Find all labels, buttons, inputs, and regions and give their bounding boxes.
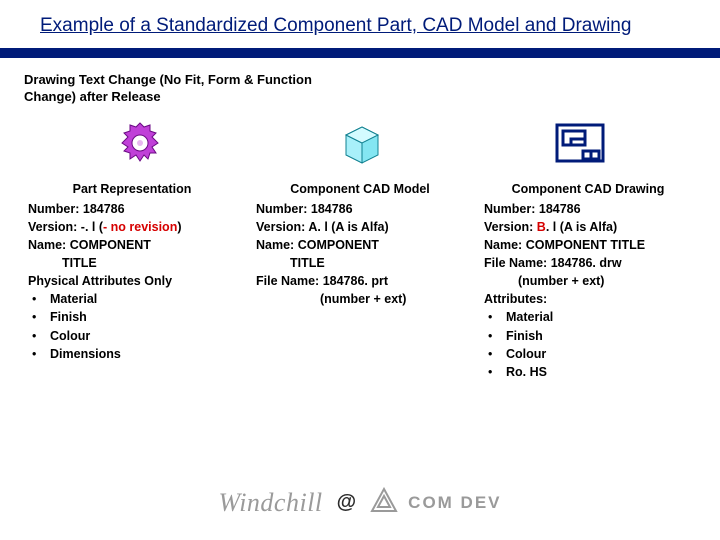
icons-row	[0, 112, 720, 176]
drawing-file: File Name: 184786. drw	[484, 254, 692, 272]
windchill-logo: Windchill	[218, 488, 322, 518]
list-item: •Colour	[32, 327, 236, 345]
col-drawing: Component CAD Drawing Number: 184786 Ver…	[484, 180, 692, 381]
footer: Windchill @ COM DEV	[0, 487, 720, 518]
list-item: •Material	[32, 290, 236, 308]
list-item: •Ro. HS	[488, 363, 692, 381]
comdev-logo-text: COM DEV	[408, 493, 501, 513]
title-divider	[0, 48, 720, 58]
model-version: Version: A. l (A is Alfa)	[256, 218, 464, 236]
model-name: Name: COMPONENT	[256, 236, 464, 254]
cube-icon	[330, 118, 390, 168]
model-file: File Name: 184786. prt	[256, 272, 464, 290]
drawing-number: Number: 184786	[484, 200, 692, 218]
drawing-bullets: •Material •Finish •Colour •Ro. HS	[484, 308, 692, 381]
gear-icon	[110, 118, 170, 168]
part-number: Number: 184786	[28, 200, 236, 218]
drawing-attr: Attributes:	[484, 290, 692, 308]
drawing-icon	[550, 118, 610, 168]
subtitle: Drawing Text Change (No Fit, Form & Func…	[0, 58, 380, 112]
part-name-line2: TITLE	[28, 254, 236, 272]
model-number: Number: 184786	[256, 200, 464, 218]
model-file-line2: (number + ext)	[256, 290, 464, 308]
list-item: •Finish	[32, 308, 236, 326]
part-bullets: •Material •Finish •Colour •Dimensions	[28, 290, 236, 363]
col-model-heading: Component CAD Model	[256, 180, 464, 198]
col-drawing-heading: Component CAD Drawing	[484, 180, 692, 198]
part-name: Name: COMPONENT	[28, 236, 236, 254]
col-part: Part Representation Number: 184786 Versi…	[28, 180, 236, 381]
columns: Part Representation Number: 184786 Versi…	[0, 176, 720, 381]
list-item: •Material	[488, 308, 692, 326]
col-model: Component CAD Model Number: 184786 Versi…	[256, 180, 464, 381]
drawing-file-line2: (number + ext)	[484, 272, 692, 290]
list-item: •Dimensions	[32, 345, 236, 363]
drawing-version: Version: B. l (A is Alfa)	[484, 218, 692, 236]
title-area: Example of a Standardized Component Part…	[0, 0, 720, 44]
part-sub: Physical Attributes Only	[28, 272, 236, 290]
comdev-logo-icon	[370, 487, 398, 518]
page-title: Example of a Standardized Component Part…	[40, 14, 680, 38]
col-part-heading: Part Representation	[28, 180, 236, 198]
list-item: •Colour	[488, 345, 692, 363]
list-item: •Finish	[488, 327, 692, 345]
at-symbol: @	[337, 491, 357, 514]
drawing-name: Name: COMPONENT TITLE	[484, 236, 692, 254]
model-name-line2: TITLE	[256, 254, 464, 272]
part-version: Version: -. l (- no revision)	[28, 218, 236, 236]
